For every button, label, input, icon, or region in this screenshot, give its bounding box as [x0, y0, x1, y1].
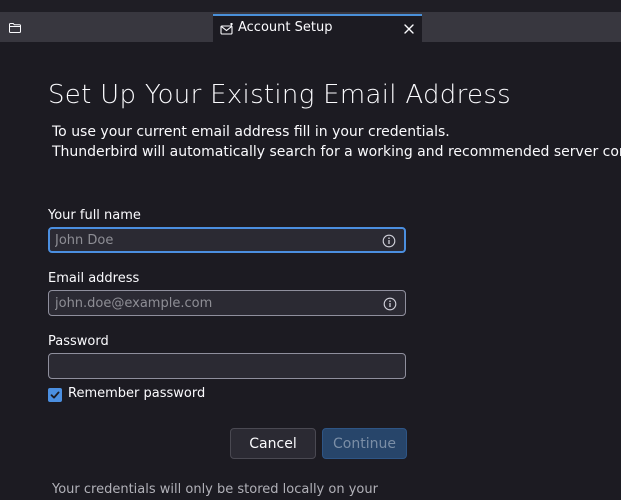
page-title: Set Up Your Existing Email Address — [48, 80, 512, 110]
folder-icon[interactable] — [6, 19, 24, 37]
close-icon[interactable] — [402, 22, 416, 36]
info-icon[interactable] — [383, 296, 397, 311]
full-name-input[interactable] — [50, 229, 404, 251]
full-name-label: Your full name — [48, 208, 141, 223]
password-field[interactable] — [48, 353, 406, 379]
full-name-field[interactable] — [48, 227, 406, 253]
remember-password-label[interactable]: Remember password — [68, 386, 205, 401]
password-label: Password — [48, 334, 109, 349]
email-input[interactable] — [49, 291, 405, 315]
cancel-button[interactable]: Cancel — [230, 428, 316, 459]
checkmark-icon — [50, 391, 60, 399]
remember-password-checkbox[interactable] — [48, 388, 62, 402]
tab-title: Account Setup — [238, 20, 333, 35]
intro-line-2: Thunderbird will automatically search fo… — [52, 144, 621, 160]
password-input[interactable] — [49, 354, 405, 378]
account-setup-content: Set Up Your Existing Email Address To us… — [0, 42, 621, 500]
info-icon[interactable] — [382, 233, 396, 248]
email-label: Email address — [48, 271, 140, 286]
window-titlebar — [0, 0, 621, 12]
credentials-note: Your credentials will only be stored loc… — [52, 482, 378, 497]
account-setup-icon — [220, 22, 234, 36]
intro-line-1: To use your current email address fill i… — [52, 124, 450, 140]
email-field[interactable] — [48, 290, 406, 316]
tab-account-setup[interactable]: Account Setup — [213, 14, 422, 42]
continue-button[interactable]: Continue — [322, 428, 407, 459]
intro-text: To use your current email address fill i… — [52, 122, 621, 162]
